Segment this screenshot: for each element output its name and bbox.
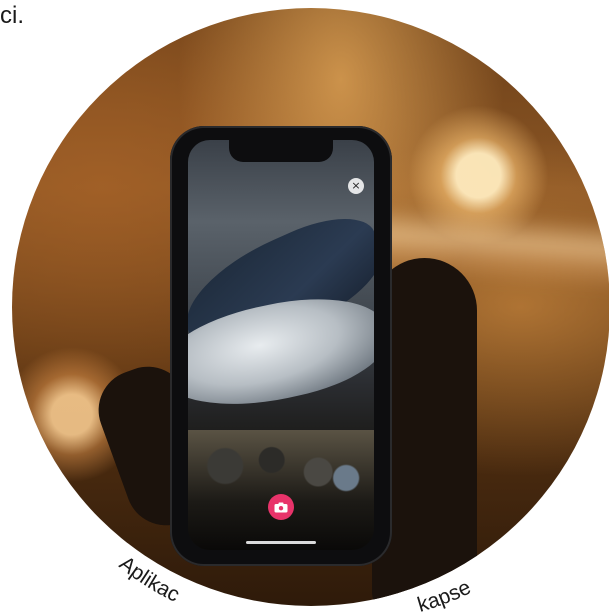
circular-caption: Aplikac kapse [115,552,475,616]
caption-right: kapse [415,576,475,616]
caption-left: Aplikac [115,552,183,607]
svg-text:Aplikac: Aplikac [115,552,183,607]
svg-text:kapse: kapse [415,576,475,616]
